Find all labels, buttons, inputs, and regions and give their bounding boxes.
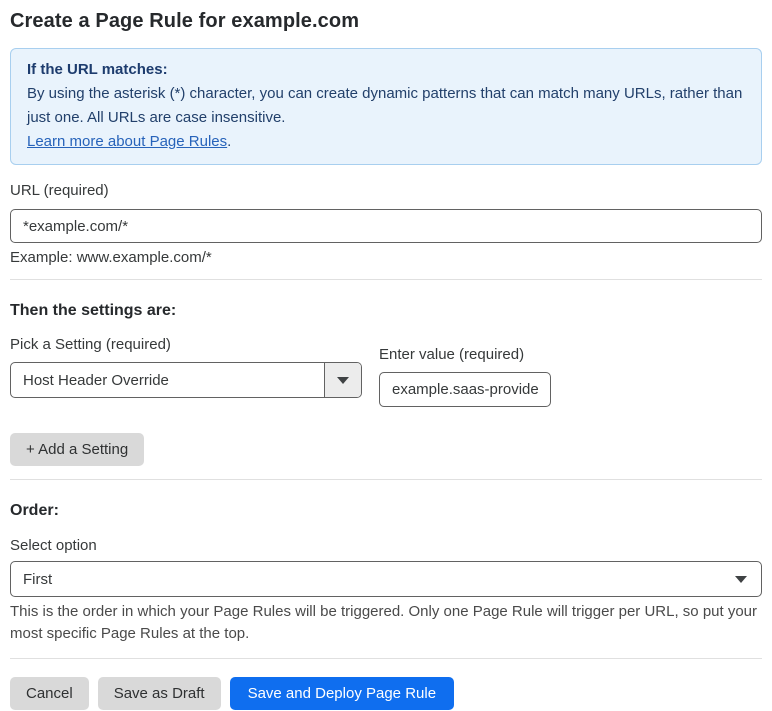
setting-picker-column: Pick a Setting (required) Host Header Ov… (10, 336, 362, 407)
order-select-value: First (23, 570, 53, 588)
info-box-heading: If the URL matches: (27, 61, 168, 78)
add-setting-button[interactable]: + Add a Setting (10, 433, 145, 466)
setting-value-column: Enter value (required) (379, 336, 551, 407)
save-and-deploy-button[interactable]: Save and Deploy Page Rule (229, 677, 455, 710)
divider (10, 479, 762, 480)
order-section-heading: Order: (10, 502, 59, 519)
chevron-down-icon (735, 575, 747, 583)
url-field-label: URL (required) (10, 182, 109, 199)
setting-value-label: Enter value (required) (379, 346, 525, 363)
page-title: Create a Page Rule for example.com (10, 10, 360, 32)
divider (10, 279, 762, 280)
order-select-label: Select option (10, 537, 97, 554)
url-input[interactable] (10, 209, 762, 243)
url-matches-info-box: If the URL matches: By using the asteris… (10, 48, 762, 165)
setting-picker-label: Pick a Setting (required) (10, 336, 171, 353)
chevron-down-icon (337, 376, 349, 384)
url-example-helper: Example: www.example.com/* (10, 249, 212, 266)
setting-select-arrow-cell[interactable] (324, 363, 361, 397)
info-box-link-line: Learn more about Page Rules. (27, 130, 745, 154)
setting-select[interactable]: Host Header Override (10, 362, 362, 398)
footer-buttons: Cancel Save as Draft Save and Deploy Pag… (10, 677, 762, 710)
cancel-button[interactable]: Cancel (10, 677, 89, 710)
url-section: URL (required) Example: www.example.com/… (10, 182, 762, 266)
save-as-draft-button[interactable]: Save as Draft (97, 677, 221, 710)
info-box-body: By using the asterisk (*) character, you… (27, 85, 743, 126)
setting-select-value: Host Header Override (23, 371, 169, 389)
order-helper-text: This is the order in which your Page Rul… (10, 603, 758, 642)
order-select[interactable]: First (10, 561, 762, 597)
link-suffix: . (227, 133, 232, 150)
settings-row: Pick a Setting (required) Host Header Ov… (10, 336, 762, 407)
learn-more-link[interactable]: Learn more about Page Rules (27, 133, 227, 150)
divider (10, 658, 762, 659)
settings-section-heading: Then the settings are: (10, 302, 177, 319)
setting-value-input[interactable] (379, 372, 551, 407)
